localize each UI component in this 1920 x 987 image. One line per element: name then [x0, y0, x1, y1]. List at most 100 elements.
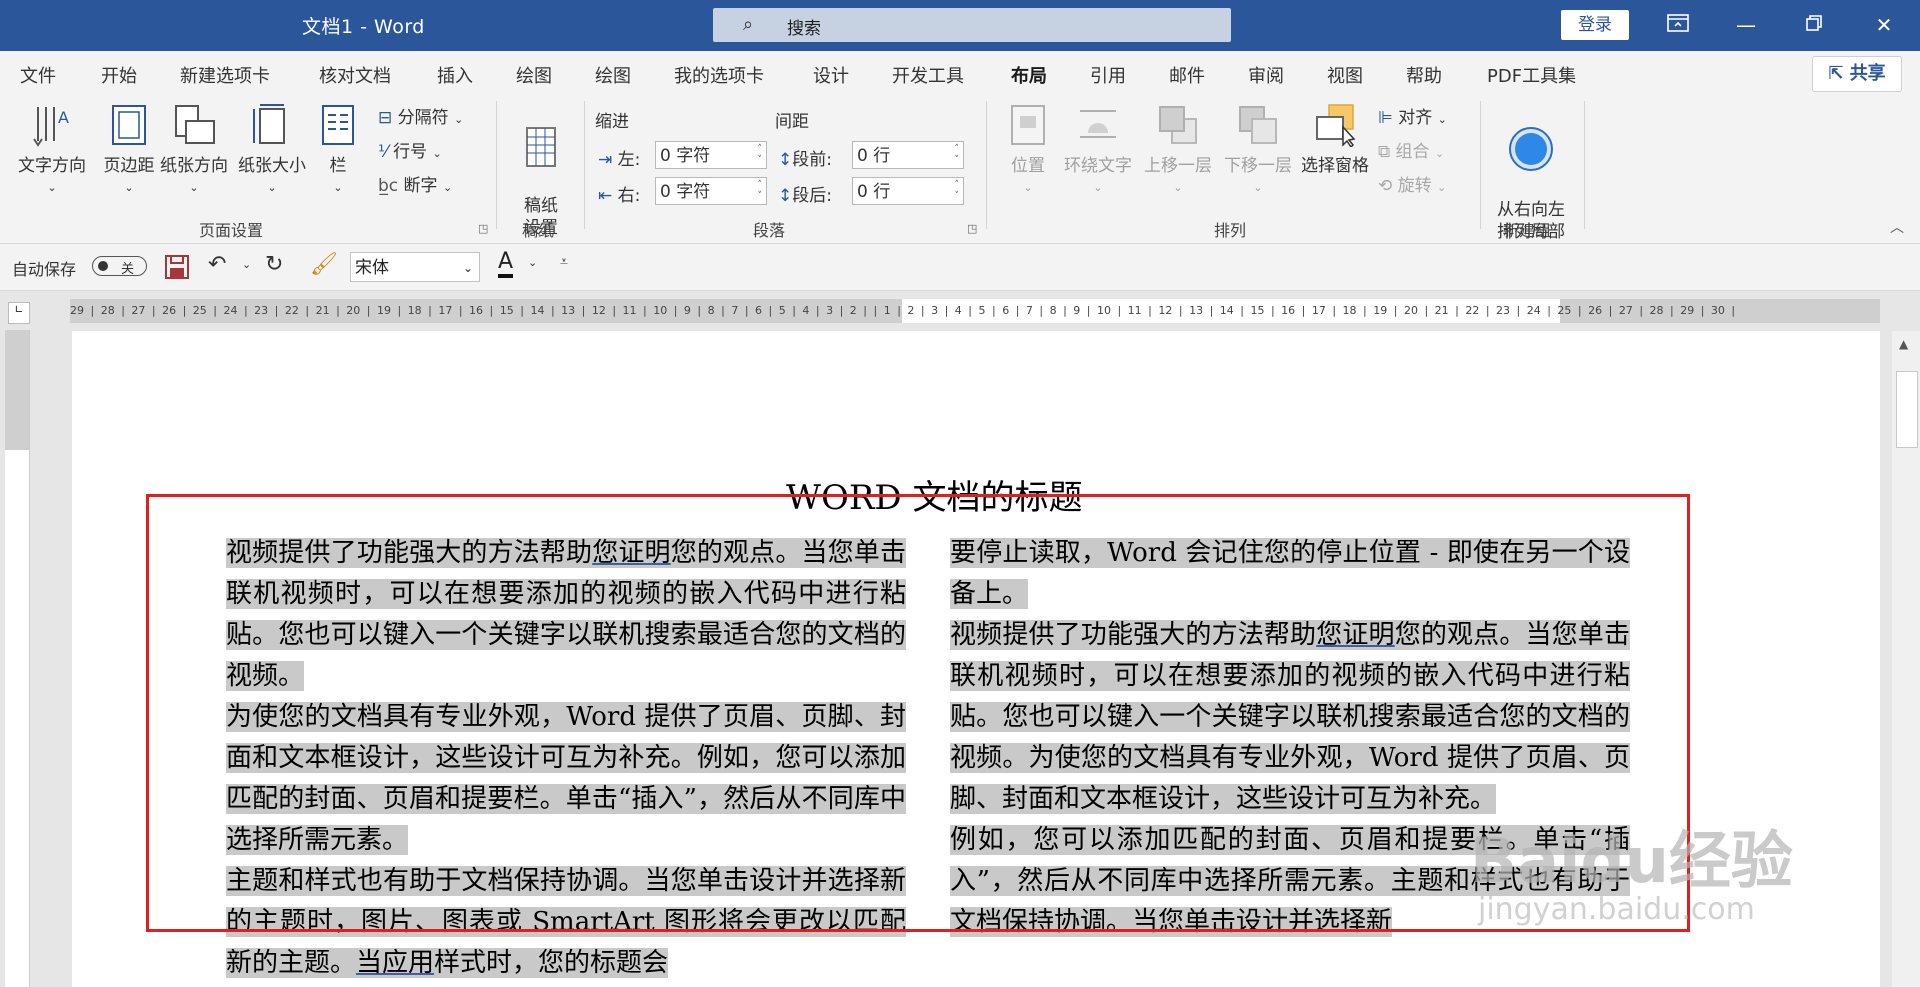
- right-paragraph-1[interactable]: 要停止读取，Word 会记住您的停止位置 - 即使在另一个设备上。: [950, 533, 1630, 615]
- indent-left-input[interactable]: 0 字符 ˄ ˅: [655, 141, 767, 169]
- send-backward-icon: [1239, 106, 1277, 144]
- baidu-watermark: Baidu经验: [1470, 824, 1793, 897]
- paragraph-launcher-icon[interactable]: ◳: [967, 222, 977, 235]
- tab-draw-2[interactable]: 绘图: [595, 62, 631, 88]
- share-button[interactable]: ⇱ 共享: [1812, 56, 1902, 92]
- left-column[interactable]: 视频提供了功能强大的方法帮助您证明您的观点。当您单击联机视频时，可以在想要添加的…: [226, 533, 906, 984]
- hyphenation-icon: b̲c: [378, 176, 399, 196]
- spelling-link: 您证明: [1316, 620, 1395, 650]
- quick-access-toolbar: 自动保存 关 ↶ ⌄ ↻ 🖌 宋体 ⌄ A ⌄ ⩡: [0, 244, 1920, 291]
- paper-size-icon: [253, 104, 285, 144]
- close-icon[interactable]: ✕: [1856, 8, 1912, 42]
- tab-view[interactable]: 视图: [1327, 62, 1363, 88]
- margins-button[interactable]: 页边距 ⌄: [94, 103, 164, 196]
- columns-button[interactable]: 栏 ⌄: [318, 103, 358, 196]
- font-name-select[interactable]: 宋体 ⌄: [350, 252, 480, 282]
- tab-help[interactable]: 帮助: [1406, 62, 1442, 88]
- left-paragraph-1[interactable]: 视频提供了功能强大的方法帮助您证明您的观点。当您单击联机视频时，可以在想要添加的…: [226, 533, 906, 697]
- send-backward-button[interactable]: 下移一层 ⌄: [1220, 103, 1296, 196]
- arrange-group-label: 排列: [1214, 221, 1247, 240]
- columns-label: 栏: [329, 156, 347, 176]
- group-separator: [986, 101, 987, 229]
- collapse-ribbon-icon[interactable]: ︿: [1890, 217, 1904, 237]
- group-button[interactable]: ⧉ 组合 ⌄: [1378, 137, 1444, 162]
- autosave-state: 关: [121, 262, 135, 277]
- tab-developer[interactable]: 开发工具: [892, 62, 964, 88]
- restore-icon[interactable]: [1786, 8, 1842, 42]
- spelling-link: 当应用: [356, 948, 435, 978]
- line-numbers-button[interactable]: ⅟ 行号 ⌄: [378, 137, 442, 162]
- font-color-dropdown-icon[interactable]: ⌄: [528, 256, 537, 269]
- login-button[interactable]: 登录: [1561, 10, 1629, 40]
- group-separator: [1480, 101, 1481, 229]
- position-icon: [1011, 105, 1045, 145]
- undo-icon[interactable]: ↶: [208, 252, 226, 277]
- align-button[interactable]: ⊫ 对齐 ⌄: [1378, 103, 1447, 128]
- tab-design[interactable]: 设计: [813, 62, 849, 88]
- line-numbers-label: 行号: [393, 142, 428, 162]
- redo-icon[interactable]: ↻: [265, 252, 283, 277]
- window-title: 文档1 - Word: [302, 16, 425, 38]
- tab-review[interactable]: 审阅: [1248, 62, 1284, 88]
- document-title[interactable]: WORD 文档的标题: [786, 470, 1083, 519]
- selection-pane-icon: [1316, 104, 1356, 147]
- minimize-icon[interactable]: —: [1718, 8, 1774, 42]
- indent-right-input[interactable]: 0 字符 ˄ ˅: [655, 177, 767, 205]
- spin-arrows-icon[interactable]: ˄ ˅: [955, 144, 960, 166]
- tab-home[interactable]: 开始: [101, 62, 137, 88]
- paper-size-button[interactable]: 纸张大小 ⌄: [234, 103, 310, 196]
- tab-mailings[interactable]: 邮件: [1169, 62, 1205, 88]
- tab-my-tab[interactable]: 我的选项卡: [674, 62, 764, 88]
- tab-pdf-tools[interactable]: PDF工具集: [1487, 62, 1576, 88]
- left-paragraph-2[interactable]: 为使您的文档具有专业外观，Word 提供了页眉、页脚、封面和文本框设计，这些设计…: [226, 697, 906, 861]
- scroll-thumb[interactable]: [1896, 371, 1918, 448]
- columns-icon: [322, 105, 354, 145]
- autosave-toggle[interactable]: 关: [92, 256, 147, 277]
- left-paragraph-3[interactable]: 主题和样式也有助于文档保持协调。当您单击设计并选择新的主题时，图片、图表或 Sm…: [226, 861, 906, 984]
- customize-qat-icon[interactable]: ⩡: [560, 254, 568, 270]
- spin-arrows-icon[interactable]: ˄ ˅: [758, 144, 763, 166]
- font-color-icon[interactable]: A: [498, 250, 514, 278]
- text-direction-button[interactable]: A 文字方向 ⌄: [14, 103, 90, 196]
- spin-arrows-icon[interactable]: ˄ ˅: [758, 180, 763, 202]
- line-numbers-icon: ⅟: [378, 142, 388, 162]
- hyphenation-button[interactable]: b̲c 断字 ⌄: [378, 171, 452, 196]
- search-box[interactable]: ⌕ 搜索: [713, 8, 1231, 42]
- undo-dropdown-icon[interactable]: ⌄: [242, 258, 251, 271]
- spin-arrows-icon[interactable]: ˄ ˅: [955, 180, 960, 202]
- tab-new-tab[interactable]: 新建选项卡: [180, 62, 270, 88]
- breaks-button[interactable]: ⊟ 分隔符 ⌄: [378, 103, 463, 128]
- format-painter-icon[interactable]: 🖌: [310, 252, 338, 277]
- tab-references[interactable]: 引用: [1090, 62, 1126, 88]
- vertical-ruler[interactable]: [5, 330, 30, 987]
- tab-file[interactable]: 文件: [20, 62, 56, 88]
- scroll-up-icon[interactable]: ▲: [1899, 337, 1908, 351]
- rotate-button[interactable]: ⟲ 旋转 ⌄: [1378, 171, 1446, 196]
- bring-forward-button[interactable]: 上移一层 ⌄: [1140, 103, 1216, 196]
- rtl-layout-icon: [1509, 127, 1553, 171]
- tab-layout[interactable]: 布局: [1011, 62, 1047, 96]
- orientation-button[interactable]: 纸张方向 ⌄: [156, 103, 232, 196]
- tab-draw-1[interactable]: 绘图: [516, 62, 552, 88]
- page-setup-launcher-icon[interactable]: ◳: [478, 222, 488, 235]
- wrap-text-button[interactable]: 环绕文字 ⌄: [1060, 103, 1136, 196]
- selection-pane-button[interactable]: 选择窗格: [1297, 103, 1373, 176]
- tab-insert[interactable]: 插入: [437, 62, 473, 88]
- tab-check-doc[interactable]: 核对文档: [319, 62, 391, 88]
- share-label: 共享: [1849, 63, 1886, 84]
- horizontal-ruler[interactable]: 29 | 28 | 27 | 26 | 25 | 24 | 23 | 22 | …: [70, 299, 1880, 323]
- position-button[interactable]: 位置 ⌄: [1000, 103, 1056, 196]
- spacing-after-input[interactable]: 0 行 ˄ ˅: [852, 177, 964, 205]
- ribbon-display-icon[interactable]: [1650, 8, 1706, 42]
- tab-stop-selector-icon[interactable]: ∟: [8, 302, 30, 324]
- spacing-before-input[interactable]: 0 行 ˄ ˅: [852, 141, 964, 169]
- chevron-down-icon: ⌄: [462, 261, 473, 275]
- spacing-before-icon: ↕: [778, 150, 793, 170]
- menu-bar: 文件 开始 新建选项卡 核对文档 插入 绘图 绘图 我的选项卡 设计 开发工具 …: [0, 51, 1920, 96]
- draft-paper-icon: [526, 127, 556, 167]
- indent-left-icon: ⇥: [598, 150, 613, 170]
- right-paragraph-2[interactable]: 视频提供了功能强大的方法帮助您证明您的观点。当您单击联机视频时，可以在想要添加的…: [950, 615, 1630, 820]
- vertical-scrollbar[interactable]: ▲: [1892, 331, 1920, 987]
- align-icon: ⊫: [1378, 108, 1393, 128]
- save-icon[interactable]: [164, 254, 190, 284]
